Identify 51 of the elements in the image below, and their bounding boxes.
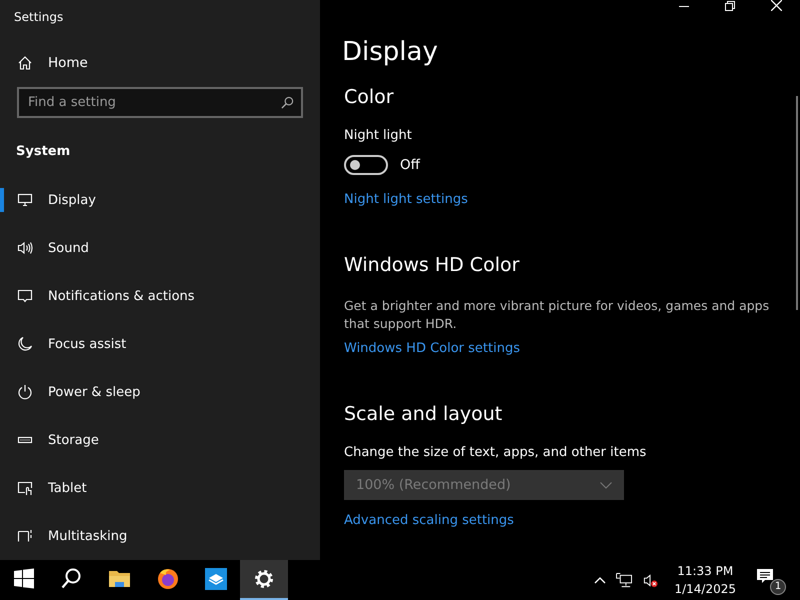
- settings-link[interactable]: Night light settings: [344, 189, 468, 211]
- toggle-state: Off: [400, 157, 420, 173]
- windows-logo-icon: [12, 567, 36, 591]
- notification-center-button[interactable]: 1: [756, 565, 786, 595]
- search-field[interactable]: Find a setting: [17, 86, 303, 118]
- section-heading: Scale and layout: [344, 402, 502, 427]
- setting-label: Change the size of text, apps, and other items: [344, 444, 646, 462]
- gear-icon: [252, 567, 276, 591]
- home-icon: [17, 54, 33, 71]
- speaker-icon: [17, 240, 33, 256]
- muted-speaker-icon[interactable]: [643, 572, 658, 588]
- notification-count: 1: [770, 579, 786, 595]
- settings-link[interactable]: Windows HD Color settings: [344, 338, 520, 360]
- nav-item[interactable]: Tablet: [0, 464, 320, 512]
- nav-item[interactable]: Display: [0, 176, 320, 224]
- window-title: Settings: [13, 9, 64, 26]
- section-heading: Color: [344, 85, 394, 110]
- setting-label: Night light: [344, 127, 412, 145]
- nav-item[interactable]: Storage: [0, 416, 320, 464]
- chevron-up-icon[interactable]: [594, 576, 606, 584]
- section-heading: Windows HD Color: [344, 253, 520, 278]
- chevron-down-icon: [600, 482, 612, 488]
- app-window-icon: [204, 567, 228, 591]
- restore-icon[interactable]: [725, 0, 735, 10]
- section-title: System: [15, 142, 72, 161]
- message-icon: [756, 568, 774, 584]
- browser-globe-icon: [156, 567, 180, 591]
- nav-item[interactable]: Sound: [0, 224, 320, 272]
- tablet-icon: [17, 480, 33, 496]
- nav-item[interactable]: Power & sleep: [0, 368, 320, 416]
- description-text: Get a brighter and more vibrant picture for videos, games and apps that support HDR.: [344, 297, 770, 333]
- multitasking-icon: [17, 528, 33, 544]
- date-text: 1/14/2025: [674, 581, 736, 598]
- nav-item[interactable]: Notifications & actions: [0, 272, 320, 320]
- home-link[interactable]: Home: [0, 52, 320, 73]
- power-icon: [17, 384, 33, 400]
- search-icon: [281, 96, 294, 109]
- moon-icon: [17, 336, 33, 352]
- message-icon: [17, 288, 33, 304]
- clock[interactable]: 11:33 PM 1/14/2025: [674, 562, 736, 598]
- toggle-switch[interactable]: [344, 155, 388, 175]
- nav-item[interactable]: Focus assist: [0, 320, 320, 368]
- network-icon[interactable]: [616, 572, 634, 588]
- page-title: Display: [342, 36, 439, 69]
- monitor-icon: [17, 192, 33, 208]
- scrollbar[interactable]: [796, 96, 798, 310]
- close-icon[interactable]: [771, 0, 782, 11]
- nav-item[interactable]: Multitasking: [0, 512, 320, 560]
- settings-link[interactable]: Advanced scaling settings: [344, 510, 514, 532]
- taskbar-button[interactable]: [240, 560, 288, 600]
- time-text: 11:33 PM: [677, 563, 734, 580]
